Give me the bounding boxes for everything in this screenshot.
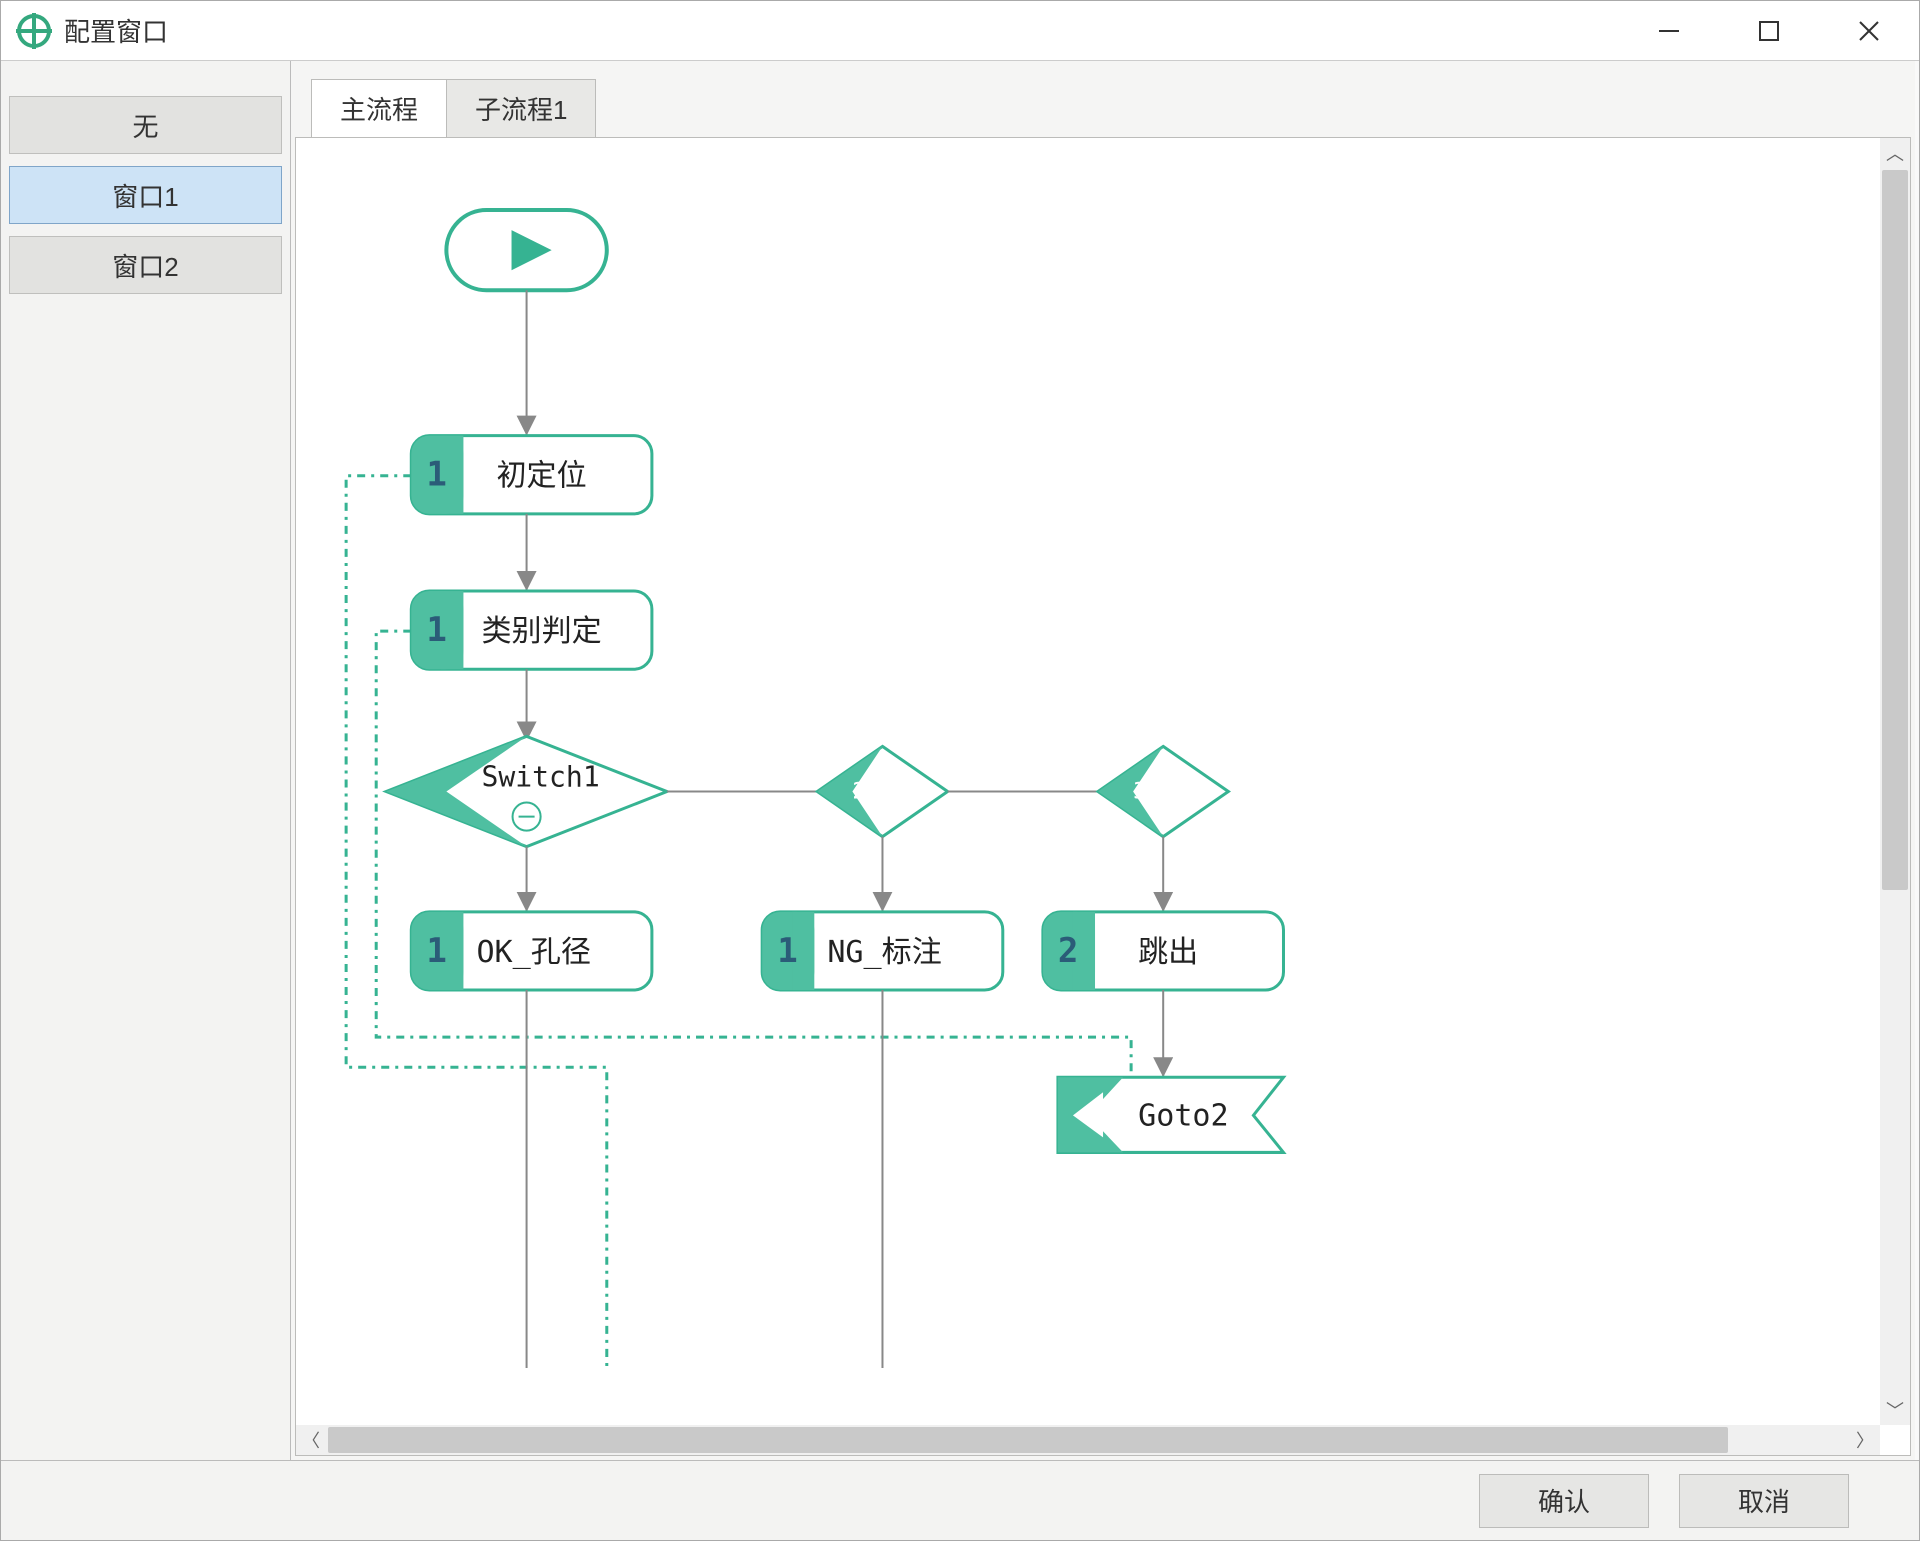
sidebar-item-label: 窗口2	[112, 247, 178, 284]
sidebar: 无 窗口1 窗口2	[1, 61, 291, 1460]
main-panel: 主流程 子流程1	[291, 61, 1915, 1460]
scroll-right-icon[interactable]: 〉	[1850, 1425, 1880, 1455]
config-window: 配置窗口 无 窗口1 窗口2 主流程 子流程1	[0, 0, 1920, 1541]
footer: 确认 取消	[1, 1460, 1919, 1540]
node-ok[interactable]: 1 OK_孔径	[411, 912, 652, 990]
minimize-button[interactable]	[1619, 1, 1719, 61]
scroll-thumb[interactable]	[328, 1427, 1728, 1453]
sidebar-item-label: 窗口1	[112, 177, 178, 214]
scroll-up-icon[interactable]: ︿	[1880, 138, 1910, 168]
sidebar-item-none[interactable]: 无	[9, 96, 282, 154]
node-badge-text: 1	[426, 455, 447, 495]
switch-node[interactable]: Switch1	[386, 736, 667, 846]
app-logo-icon	[16, 13, 52, 49]
vertical-scrollbar[interactable]: ︿ ﹀	[1880, 138, 1910, 1425]
node-ng[interactable]: 1 NG_标注	[762, 912, 1003, 990]
goto-label: Goto2	[1138, 1098, 1229, 1133]
close-button[interactable]	[1819, 1, 1919, 61]
node-badge-text: 1	[426, 931, 447, 971]
node-init[interactable]: 1 初定位	[411, 436, 652, 514]
tab-bar: 主流程 子流程1	[291, 61, 1915, 137]
scroll-down-icon[interactable]: ﹀	[1880, 1395, 1910, 1425]
tab-sub-flow-1[interactable]: 子流程1	[446, 79, 596, 137]
maximize-button[interactable]	[1719, 1, 1819, 61]
sidebar-item-window2[interactable]: 窗口2	[9, 236, 282, 294]
sidebar-item-window1[interactable]: 窗口1	[9, 166, 282, 224]
scroll-track[interactable]	[1880, 892, 1910, 1395]
cancel-button[interactable]: 取消	[1679, 1474, 1849, 1528]
flow-svg: 1 初定位 1 类别判定	[296, 138, 1880, 1425]
scroll-left-icon[interactable]: 〈	[296, 1425, 326, 1455]
branch-3-diamond[interactable]: 3	[1098, 746, 1228, 836]
canvas-wrap: 1 初定位 1 类别判定	[295, 137, 1911, 1456]
node-badge-text: 1	[426, 610, 447, 650]
node-label: 初定位	[497, 459, 587, 494]
flow-canvas[interactable]: 1 初定位 1 类别判定	[296, 138, 1880, 1425]
start-node[interactable]	[446, 210, 606, 290]
diamond-num: 2	[852, 780, 865, 805]
window-title: 配置窗口	[64, 12, 168, 49]
ok-button[interactable]: 确认	[1479, 1474, 1649, 1528]
titlebar: 配置窗口	[1, 1, 1919, 61]
dashed-connector	[376, 631, 1131, 1079]
switch-label: Switch1	[481, 761, 599, 794]
sidebar-item-label: 无	[132, 107, 158, 144]
node-classify[interactable]: 1 类别判定	[411, 591, 652, 669]
node-label: NG_标注	[827, 935, 941, 970]
goto-node[interactable]: Goto2	[1058, 1077, 1284, 1152]
node-label: 类别判定	[481, 614, 601, 649]
tab-label: 子流程1	[475, 95, 567, 125]
window-controls	[1619, 1, 1919, 61]
branch-2-diamond[interactable]: 2	[817, 746, 947, 836]
button-label: 确认	[1538, 1482, 1590, 1519]
diamond-num: 3	[1133, 780, 1146, 805]
node-badge-text: 2	[1058, 931, 1079, 971]
node-badge-text: 1	[777, 931, 798, 971]
tab-label: 主流程	[340, 95, 418, 125]
node-label: OK_孔径	[476, 935, 590, 970]
button-label: 取消	[1738, 1482, 1790, 1519]
horizontal-scrollbar[interactable]: 〈 〉	[296, 1425, 1880, 1455]
body: 无 窗口1 窗口2 主流程 子流程1	[1, 61, 1919, 1460]
scroll-track[interactable]	[1730, 1425, 1850, 1455]
scroll-thumb[interactable]	[1882, 170, 1908, 890]
node-label: 跳出	[1138, 935, 1198, 970]
tab-main-flow[interactable]: 主流程	[311, 79, 447, 137]
node-jump[interactable]: 2 跳出	[1043, 912, 1284, 990]
